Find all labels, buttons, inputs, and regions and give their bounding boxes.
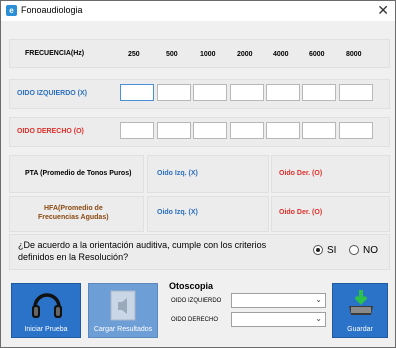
right-ear-input-8000[interactable] [339, 122, 373, 139]
pta-right-value: Oido Der. (O) [279, 170, 323, 177]
load-results-label: Cargar Resultados [93, 326, 153, 333]
right-ear-input-6000[interactable] [302, 122, 336, 139]
pta-label: PTA (Promedio de Tonos Puros) [25, 170, 132, 177]
hfa-label-panel: HFA(Promedio de Frecuencias Agudas) [9, 196, 144, 232]
chevron-down-icon: ⌄ [315, 295, 322, 304]
hfa-right-panel: Oido Der. (O) [271, 196, 390, 232]
hfa-label-line2: Frecuencias Agudas) [38, 214, 109, 221]
radio-no-indicator[interactable] [349, 245, 359, 256]
right-ear-input-1000[interactable] [193, 122, 227, 139]
otoscopia-left-select[interactable]: ⌄ [231, 293, 326, 308]
pta-label-panel: PTA (Promedio de Tonos Puros) [9, 155, 144, 193]
freq-4000: 4000 [273, 51, 289, 58]
right-ear-input-250[interactable] [120, 122, 154, 139]
hfa-right-value: Oido Der. (O) [279, 209, 323, 216]
load-results-button[interactable]: Cargar Resultados [88, 283, 158, 338]
left-ear-input-500[interactable] [157, 84, 191, 101]
otoscopia-right-label: OIDO DERECHO [171, 317, 219, 323]
headphones-icon [32, 293, 62, 318]
hfa-left-panel: Oido Izq. (X) [147, 196, 269, 232]
chevron-down-icon: ⌄ [315, 314, 322, 323]
left-ear-input-250[interactable] [120, 84, 154, 101]
radio-no-label: NO [363, 245, 378, 256]
save-label: Guardar [347, 326, 373, 333]
save-button[interactable]: Guardar [332, 283, 388, 338]
right-ear-label: OIDO DERECHO (O) [17, 128, 84, 135]
pta-left-value: Oido Izq. (X) [157, 170, 198, 177]
app-window: e Fonoaudiologia ✕ FRECUENCIA(Hz) 250 50… [0, 0, 396, 348]
radio-yes-label: SI [327, 245, 337, 256]
save-icon [349, 290, 373, 315]
right-ear-input-2000[interactable] [230, 122, 264, 139]
radio-yes-indicator[interactable] [313, 245, 323, 256]
speaker-icon [110, 290, 136, 321]
hfa-left-value: Oido Izq. (X) [157, 209, 198, 216]
left-ear-input-6000[interactable] [302, 84, 336, 101]
left-ear-input-4000[interactable] [266, 84, 300, 101]
freq-1000: 1000 [200, 51, 216, 58]
freq-500: 500 [166, 51, 178, 58]
right-ear-input-500[interactable] [157, 122, 191, 139]
right-ear-input-4000[interactable] [266, 122, 300, 139]
radio-no[interactable]: NO [349, 245, 378, 256]
left-ear-input-1000[interactable] [193, 84, 227, 101]
left-ear-input-2000[interactable] [230, 84, 264, 101]
otoscopia-right-select[interactable]: ⌄ [231, 312, 326, 327]
app-icon: e [6, 5, 17, 16]
hfa-label-line1: HFA(Promedio de [44, 205, 103, 212]
title-bar: e Fonoaudiologia ✕ [1, 1, 395, 21]
otoscopia-left-label: OIDO IZQUIERDO [171, 298, 222, 304]
freq-8000: 8000 [346, 51, 362, 58]
radio-yes[interactable]: SI [313, 245, 336, 256]
frequency-label: FRECUENCIA(Hz) [25, 50, 85, 57]
start-test-label: Iniciar Prueba [24, 326, 68, 333]
pta-right-panel: Oido Der. (O) [271, 155, 390, 193]
freq-250: 250 [128, 51, 140, 58]
left-ear-input-8000[interactable] [339, 84, 373, 101]
otoscopia-title: Otoscopia [169, 281, 214, 291]
left-ear-label: OIDO IZQUIERDO (X) [17, 90, 87, 97]
start-test-button[interactable]: Iniciar Prueba [11, 283, 81, 338]
freq-2000: 2000 [237, 51, 253, 58]
window-title: Fonoaudiologia [21, 5, 83, 15]
close-button[interactable]: ✕ [377, 2, 389, 19]
freq-6000: 6000 [309, 51, 325, 58]
question-text: ¿De acuerdo a la orientación auditiva, c… [18, 240, 267, 262]
pta-left-panel: Oido Izq. (X) [147, 155, 269, 193]
